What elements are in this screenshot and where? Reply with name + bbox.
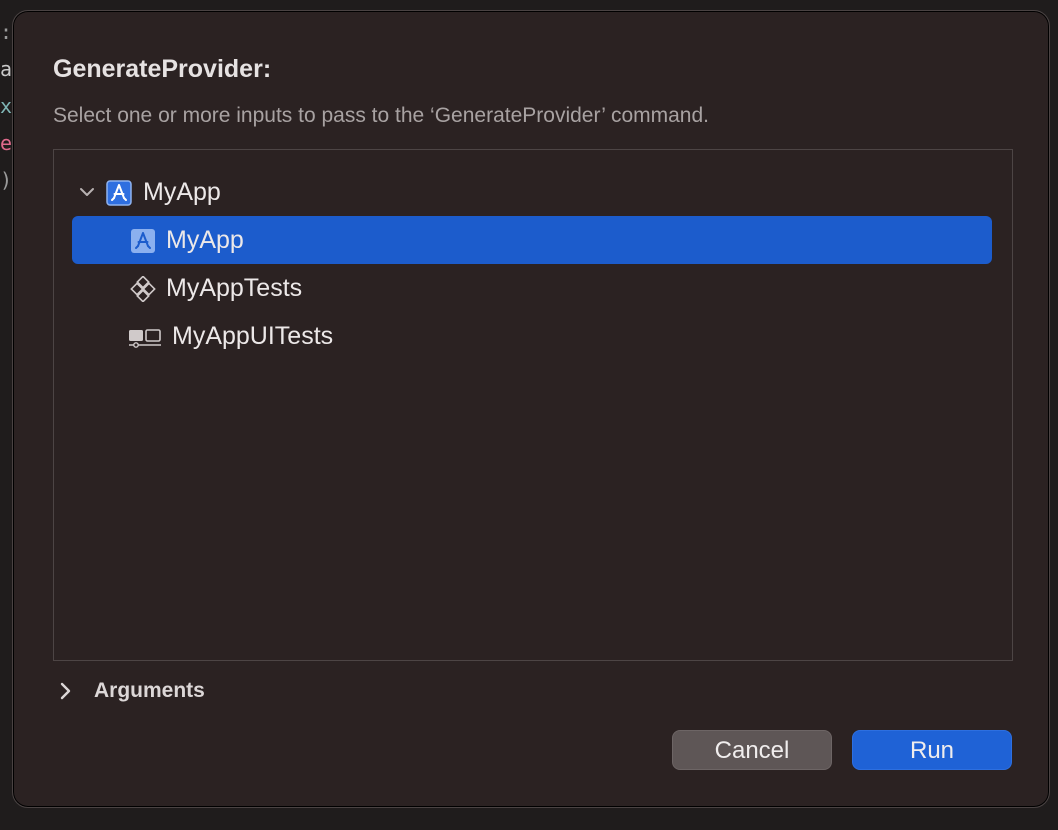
dialog-subtitle: Select one or more inputs to pass to the… [53, 104, 710, 127]
tree-row-label: MyAppUITests [172, 322, 334, 350]
tree-row-label: MyAppTests [166, 274, 303, 302]
tree-row-label: MyApp [166, 226, 244, 254]
app-project-icon [106, 180, 132, 206]
tree-row-myapptests[interactable]: MyAppTests [72, 264, 992, 312]
editor-glyph: e [0, 131, 12, 155]
chevron-right-icon[interactable] [57, 681, 73, 701]
generate-provider-dialog: GenerateProvider: Select one or more inp… [12, 10, 1050, 808]
editor-glyph: ) [0, 168, 12, 192]
ui-test-icon [129, 329, 161, 348]
dialog-title: GenerateProvider: [53, 55, 272, 83]
editor-glyph: a [0, 57, 12, 81]
editor-glyph: x [0, 94, 12, 118]
target-outline-list[interactable]: MyApp MyApp MyAppTests MyAppUITests [53, 149, 1013, 661]
cancel-button[interactable]: Cancel [672, 730, 832, 770]
arguments-label: Arguments [94, 679, 205, 702]
tree-row-label: MyApp [143, 178, 221, 206]
chevron-down-icon[interactable] [78, 183, 96, 201]
unit-test-icon [130, 276, 156, 302]
tree-row-myappuitests[interactable]: MyAppUITests [72, 312, 992, 360]
app-target-icon [131, 229, 155, 253]
editor-gutter-glyphs: : a x e ) [0, 14, 12, 199]
tree-row-myapp-target[interactable]: MyApp [72, 216, 992, 264]
tree-row-project[interactable]: MyApp [72, 168, 992, 216]
run-button[interactable]: Run [852, 730, 1012, 770]
editor-glyph: : [0, 20, 12, 44]
